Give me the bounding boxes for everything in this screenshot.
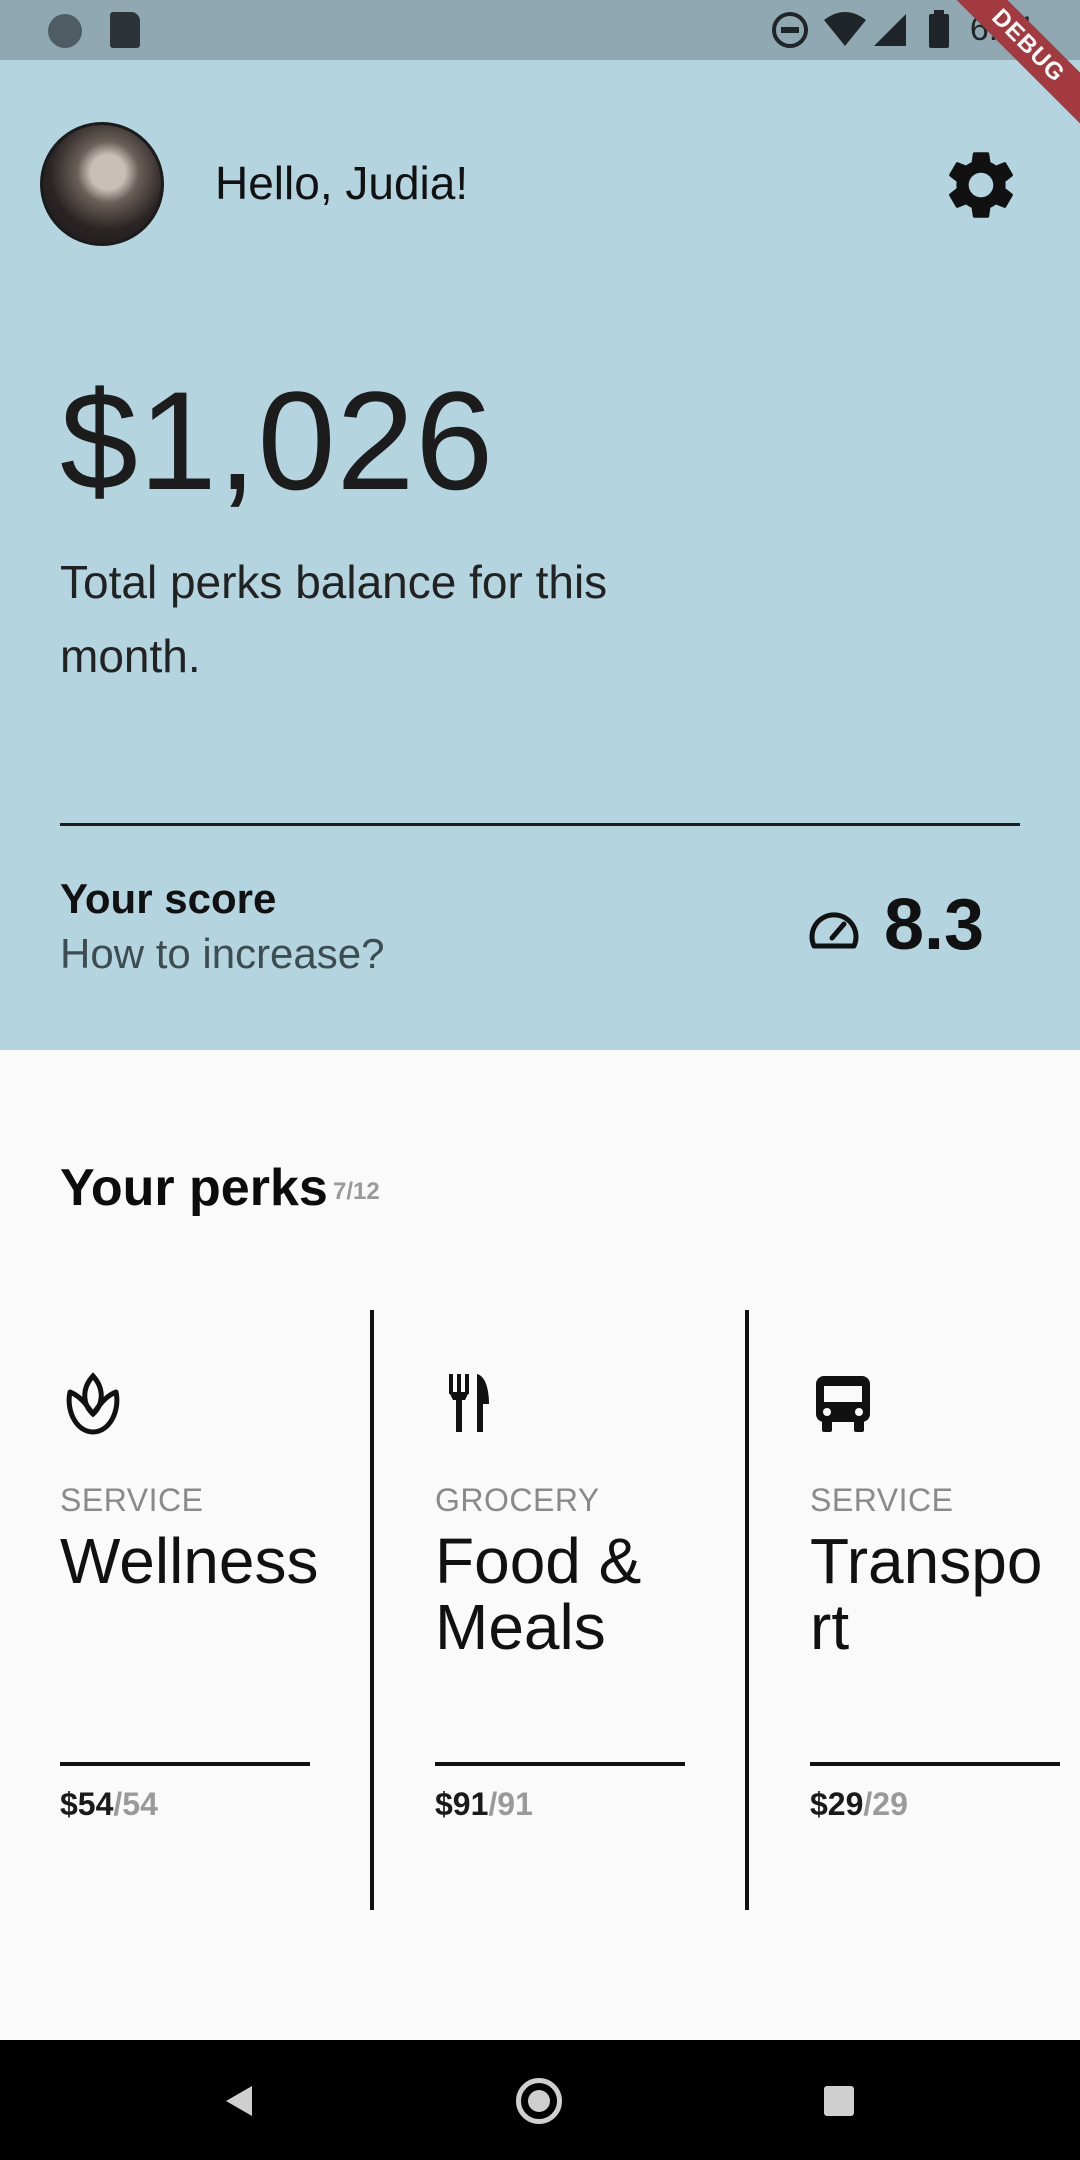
perk-category: SERVICE (60, 1482, 204, 1518)
battery-icon (929, 10, 949, 48)
greeting-text: Hello, Judia! (215, 157, 469, 209)
fork-knife-icon (449, 1374, 489, 1432)
divider (60, 823, 1020, 826)
perk-progress-bar (810, 1762, 1060, 1766)
balance-amount: $1,026 (60, 362, 495, 519)
perk-card-transport[interactable]: SERVICE Transport $29/29 (810, 1310, 1080, 1910)
home-icon[interactable] (516, 2078, 562, 2124)
perk-name: Wellness (60, 1525, 319, 1597)
score-title: Your score (60, 875, 277, 922)
status-bar: 6:21 (0, 0, 1080, 60)
app-notification-icon (48, 14, 82, 48)
balance-header: Hello, Judia! $1,026 Total perks balance… (0, 60, 1080, 1050)
perk-amount-total: /91 (488, 1786, 533, 1822)
perk-amount: $91/91 (435, 1786, 533, 1823)
avatar[interactable] (40, 122, 164, 246)
perk-name: Food & Meals (435, 1525, 642, 1663)
perk-progress-bar (435, 1762, 685, 1766)
perk-card-wellness[interactable]: SERVICE Wellness $54/54 (60, 1310, 360, 1910)
perk-category: SERVICE (810, 1482, 954, 1518)
balance-caption: Total perks balance for this month. (60, 556, 608, 682)
system-nav-bar (0, 2040, 1080, 2160)
perk-category: GROCERY (435, 1482, 600, 1518)
speedometer-icon (809, 912, 859, 949)
perk-divider (745, 1310, 749, 1910)
back-icon[interactable] (222, 2082, 256, 2120)
perk-amount-used: $29 (810, 1786, 864, 1822)
how-to-increase-link[interactable]: How to increase? (60, 930, 385, 978)
perk-amount-used: $91 (435, 1786, 489, 1822)
perk-progress-bar (60, 1762, 310, 1766)
perk-card-food-meals[interactable]: GROCERY Food & Meals $91/91 (435, 1310, 735, 1910)
lotus-icon (66, 1372, 120, 1435)
wifi-icon (824, 12, 866, 46)
do-not-disturb-icon (772, 12, 808, 48)
perk-amount-used: $54 (60, 1786, 114, 1822)
score-value: 8.3 (884, 885, 985, 965)
perks-title: Your perks (60, 1159, 328, 1217)
perks-count: 7/12 (333, 1178, 380, 1205)
recent-apps-icon[interactable] (824, 2086, 854, 2116)
signal-icon (874, 14, 906, 46)
perk-amount-total: /54 (113, 1786, 158, 1822)
perk-amount-total: /29 (863, 1786, 908, 1822)
perk-amount: $29/29 (810, 1786, 908, 1823)
sd-card-icon (110, 12, 140, 48)
perk-divider (370, 1310, 374, 1910)
gear-icon[interactable] (940, 144, 1022, 226)
bus-icon (816, 1376, 870, 1432)
perk-amount: $54/54 (60, 1786, 158, 1823)
perk-name: Transport (810, 1525, 1043, 1663)
